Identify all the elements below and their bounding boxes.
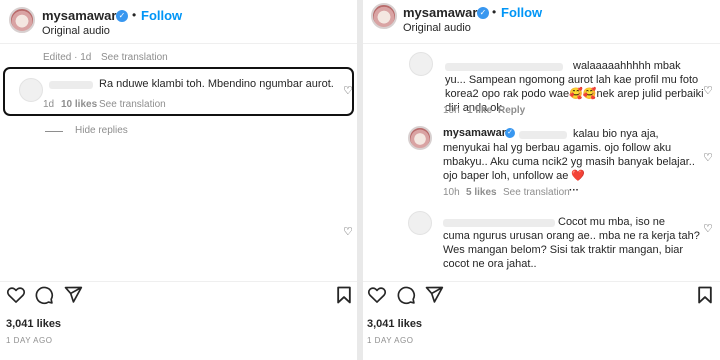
share-icon[interactable] xyxy=(63,285,85,307)
comment-icon[interactable] xyxy=(34,285,56,307)
comment2-like-heart-icon[interactable]: ♡ xyxy=(703,151,713,164)
comment2-line1: kalau bio nya aja, xyxy=(573,128,659,140)
post-time: 1 DAY AGO xyxy=(367,336,414,345)
comment1-time: 10h xyxy=(443,105,460,116)
likes-count[interactable]: 3,041 likes xyxy=(367,318,422,330)
separator-dot: • xyxy=(132,8,137,22)
comment-see-translation[interactable]: See translation xyxy=(99,99,166,110)
post-header: mysamawar ✓ • Follow Original audio xyxy=(0,0,357,44)
comment-time: 1d xyxy=(43,99,55,110)
post-header: mysamawar ✓ • Follow Original audio xyxy=(363,0,720,44)
comment-likes[interactable]: 10 likes xyxy=(61,99,97,110)
commenter-avatar[interactable] xyxy=(408,211,432,235)
comment2-username[interactable]: mysamawar xyxy=(443,127,506,139)
comment1-line1: walaaaaahhhhh mbak xyxy=(573,60,681,72)
comment2-line3: mbakyu.. Aku cuma ncik2 yg masih banyak … xyxy=(443,156,695,168)
comment-icon[interactable] xyxy=(396,285,418,307)
edited-meta: Edited · 1d xyxy=(43,52,92,63)
comment2-see-translation[interactable]: See translation xyxy=(503,187,570,198)
username[interactable]: mysamawar xyxy=(403,5,477,20)
comment1-like-heart-icon[interactable]: ♡ xyxy=(703,84,713,97)
replies-divider-line xyxy=(45,131,63,132)
comment3-line2: cuma ngurus urusan orang ae.. mba ne ra … xyxy=(443,230,700,242)
right-post-panel: mysamawar ✓ • Follow Original audio wala… xyxy=(363,0,720,360)
redacted-mention xyxy=(519,131,567,139)
comment3-line4: cocot ne ora jahat.. xyxy=(443,258,537,270)
verified-badge-icon: ✓ xyxy=(477,7,489,19)
audio-label[interactable]: Original audio xyxy=(42,25,110,37)
comment2-line2: menyukai hal yg berbau agamis. ojo follo… xyxy=(443,142,672,154)
likes-count[interactable]: 3,041 likes xyxy=(6,318,61,330)
audio-label[interactable]: Original audio xyxy=(403,22,471,34)
post-time: 1 DAY AGO xyxy=(6,336,53,345)
comment3-line1: Cocot mu mba, iso ne xyxy=(558,216,665,228)
comment2-more-options[interactable]: ··· xyxy=(569,185,579,196)
redacted-username xyxy=(443,219,555,227)
highlighted-comment: Ra nduwe klambi toh. Mbendino ngumbar au… xyxy=(3,67,354,116)
comment3-like-heart-icon[interactable]: ♡ xyxy=(703,222,713,235)
left-post-panel: mysamawar ✓ • Follow Original audio Edit… xyxy=(0,0,357,360)
like-icon[interactable] xyxy=(6,285,28,307)
see-translation-link[interactable]: See translation xyxy=(101,52,168,63)
like-icon[interactable] xyxy=(367,285,389,307)
comment-text: Ra nduwe klambi toh. Mbendino ngumbar au… xyxy=(99,78,334,90)
comment1-likes[interactable]: 1 like xyxy=(467,105,492,116)
comment1-line3: korea2 opo rak podo wae🥰🥰nek arep julid … xyxy=(445,88,704,100)
redacted-username xyxy=(49,81,93,89)
comment-like-heart-icon[interactable]: ♡ xyxy=(343,84,353,97)
commenter-avatar[interactable] xyxy=(19,78,43,102)
hide-replies-button[interactable]: Hide replies xyxy=(75,125,128,136)
verified-badge-icon: ✓ xyxy=(116,10,128,22)
username[interactable]: mysamawar xyxy=(42,8,116,23)
comment1-reply[interactable]: Reply xyxy=(498,105,525,116)
comment1-line2: yu... Sampean ngomong aurot lah kae prof… xyxy=(445,74,699,86)
bookmark-icon[interactable] xyxy=(334,285,356,307)
commenter-avatar[interactable] xyxy=(409,52,433,76)
share-icon[interactable] xyxy=(424,285,446,307)
comment2-line4: ojo baper loh, unfollow ae ❤️ xyxy=(443,170,586,182)
comment2-time: 10h xyxy=(443,187,460,198)
bookmark-icon[interactable] xyxy=(695,285,717,307)
comment3-line3: Wes mangan belom? Sisi tak traktir manga… xyxy=(443,244,684,256)
follow-button[interactable]: Follow xyxy=(501,5,542,20)
separator-dot: • xyxy=(492,5,497,19)
owner-avatar[interactable] xyxy=(408,126,432,150)
follow-button[interactable]: Follow xyxy=(141,8,182,23)
verified-badge-icon: ✓ xyxy=(505,128,515,138)
like-heart-icon[interactable]: ♡ xyxy=(343,225,353,238)
profile-avatar[interactable] xyxy=(371,3,397,29)
redacted-username xyxy=(445,63,563,71)
profile-avatar[interactable] xyxy=(9,7,35,33)
comment2-likes[interactable]: 5 likes xyxy=(466,187,497,198)
